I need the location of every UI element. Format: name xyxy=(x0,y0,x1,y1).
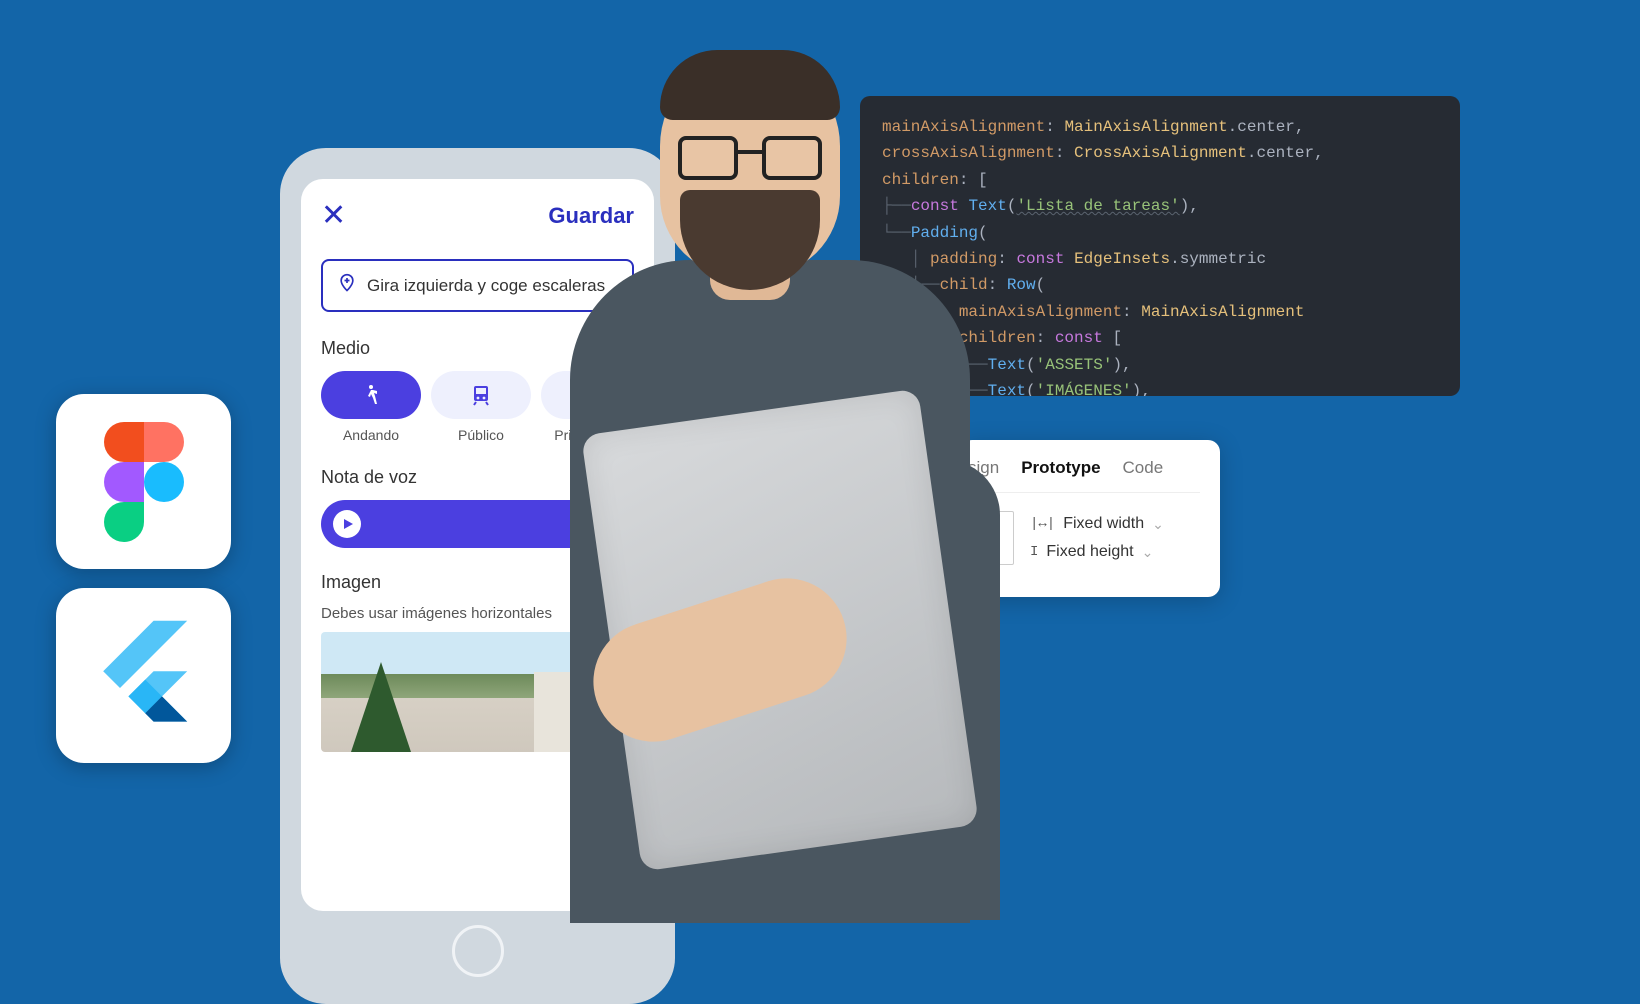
medio-label: Medio xyxy=(321,338,634,359)
location-add-icon xyxy=(337,273,357,298)
tab-code[interactable]: Code xyxy=(1123,458,1164,478)
play-icon xyxy=(342,518,354,530)
voice-label: Nota de voz xyxy=(321,467,634,488)
code-editor-panel: mainAxisAlignment: MainAxisAlignment.cen… xyxy=(860,96,1460,396)
image-hint: Debes usar imágenes horizontales xyxy=(321,605,634,622)
fixed-width-label: Fixed width xyxy=(1063,515,1144,533)
figma-app-tile xyxy=(56,394,231,569)
phone-screen: ✕ Guardar Gira izquierda y coge escalera… xyxy=(301,179,654,911)
direction-input[interactable]: Gira izquierda y coge escaleras xyxy=(321,259,634,312)
phone-device-frame: ✕ Guardar Gira izquierda y coge escalera… xyxy=(280,148,675,1004)
voice-note-player[interactable] xyxy=(321,500,634,548)
close-icon[interactable]: ✕ xyxy=(321,201,346,231)
chevron-down-icon: ⌄ xyxy=(1152,516,1164,533)
fixed-width-control[interactable]: |↔| Fixed width ⌄ xyxy=(1030,515,1164,533)
laptop-sticker xyxy=(757,605,820,668)
chip-public[interactable] xyxy=(431,371,531,419)
chip-private[interactable] xyxy=(541,371,615,419)
train-icon xyxy=(469,383,493,407)
image-label: Imagen xyxy=(321,572,634,593)
flutter-icon xyxy=(84,616,204,736)
chip-labels-row: Andando Público Privado xyxy=(321,427,634,443)
tab-design[interactable]: sign xyxy=(968,458,999,478)
play-button[interactable] xyxy=(333,510,361,538)
transport-chips xyxy=(321,371,634,419)
code-content: mainAxisAlignment: MainAxisAlignment.cen… xyxy=(882,114,1438,396)
fixed-height-label: Fixed height xyxy=(1046,543,1133,561)
chip-private-label: Privado xyxy=(541,427,615,443)
vertical-resize-icon: I xyxy=(1030,544,1038,560)
walking-icon xyxy=(359,383,383,407)
car-icon xyxy=(566,383,590,407)
figma-inspector-panel: sign Prototype Code |↔| Fixed width ⌄ I … xyxy=(960,440,1220,597)
image-preview[interactable] xyxy=(321,632,634,752)
chip-walking-label: Andando xyxy=(321,427,421,443)
chevron-down-icon: ⌄ xyxy=(1142,544,1154,561)
flutter-app-tile xyxy=(56,588,231,763)
save-button[interactable]: Guardar xyxy=(548,203,634,229)
tab-prototype[interactable]: Prototype xyxy=(1021,458,1100,478)
fixed-height-control[interactable]: I Fixed height ⌄ xyxy=(1030,543,1164,561)
chip-public-label: Público xyxy=(431,427,531,443)
home-button[interactable] xyxy=(452,925,504,977)
inspector-tabs: sign Prototype Code xyxy=(980,458,1200,493)
figma-icon xyxy=(104,422,184,542)
direction-input-value: Gira izquierda y coge escaleras xyxy=(367,276,605,296)
frame-thumbnail[interactable] xyxy=(980,511,1014,565)
horizontal-resize-icon: |↔| xyxy=(1030,516,1055,532)
chip-walking[interactable] xyxy=(321,371,421,419)
